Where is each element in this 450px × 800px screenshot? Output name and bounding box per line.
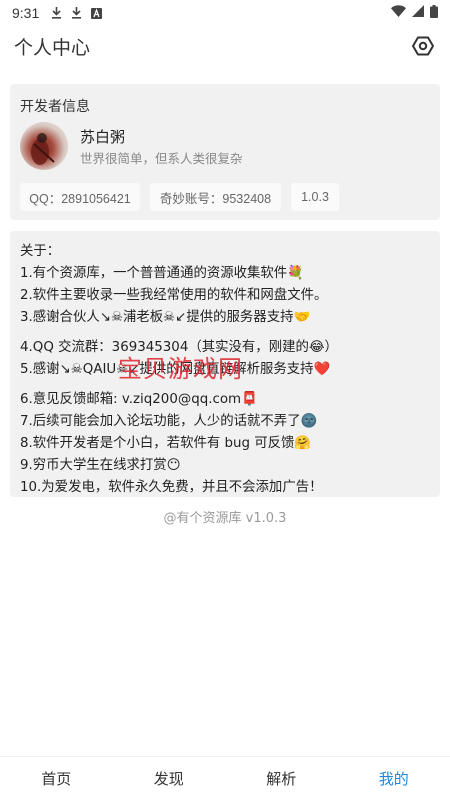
- app-icon: [91, 7, 103, 19]
- status-bar: 9:31: [0, 0, 450, 26]
- about-line: 2.软件主要收录一些我经常使用的软件和网盘文件。: [20, 288, 328, 303]
- developer-motto: 世界很简单，但系人类很复杂: [80, 151, 243, 166]
- settings-hexagon-icon[interactable]: [410, 33, 436, 59]
- developer-section-title: 开发者信息: [20, 99, 90, 115]
- battery-icon: [430, 4, 438, 22]
- download-icon: [51, 7, 62, 19]
- bottom-nav: 首页 发现 解析 我的: [0, 756, 450, 800]
- avatar[interactable]: [20, 122, 68, 170]
- about-line: 3.感谢合伙人↘☠浦老板☠↙提供的服务器支持🤝: [20, 310, 311, 325]
- about-line: 9.穷币大学生在线求打赏😶: [20, 458, 181, 473]
- signal-icon: [412, 5, 424, 21]
- about-line: 8.软件开发者是个小白，若软件有 bug 可反馈🤗: [20, 436, 312, 451]
- developer-name: 苏白粥: [80, 128, 126, 146]
- about-line: 4.QQ 交流群：369345304（其实没有，刚建的😂）: [20, 340, 338, 355]
- nav-item-home[interactable]: 首页: [0, 768, 113, 789]
- qq-chip[interactable]: QQ：2891056421: [20, 183, 140, 211]
- nav-item-discover[interactable]: 发现: [113, 768, 226, 789]
- version-chip[interactable]: 1.0.3: [291, 183, 339, 211]
- about-line: 10.为爱发电，软件永久免费，并且不会添加广告！: [20, 480, 323, 495]
- about-line: 7.后续可能会加入论坛功能，人少的话就不弄了🌚: [20, 414, 318, 429]
- about-line: 5.感谢↘☠QAIU☠↙提供的网盘直链解析服务支持❤️: [20, 362, 331, 377]
- wifi-icon: [391, 5, 406, 21]
- version-footer: @有个资源库 v1.0.3: [163, 511, 287, 526]
- about-line: 6.意见反馈邮箱: v.ziq200@qq.com📮: [20, 392, 258, 407]
- page-title: 个人中心: [14, 36, 91, 59]
- account-chip[interactable]: 奇妙账号：9532408: [150, 183, 281, 211]
- about-line: 1.有个资源库，一个普普通通的资源收集软件💐: [20, 266, 304, 281]
- status-time: 9:31: [12, 5, 40, 21]
- nav-item-parse[interactable]: 解析: [225, 768, 338, 789]
- nav-item-mine[interactable]: 我的: [338, 768, 450, 789]
- about-card: 关于： 1.有个资源库，一个普普通通的资源收集软件💐 2.软件主要收录一些我经常…: [10, 231, 440, 497]
- download-icon: [71, 7, 82, 19]
- app-header: 个人中心: [0, 26, 450, 66]
- about-title: 关于：: [20, 244, 61, 259]
